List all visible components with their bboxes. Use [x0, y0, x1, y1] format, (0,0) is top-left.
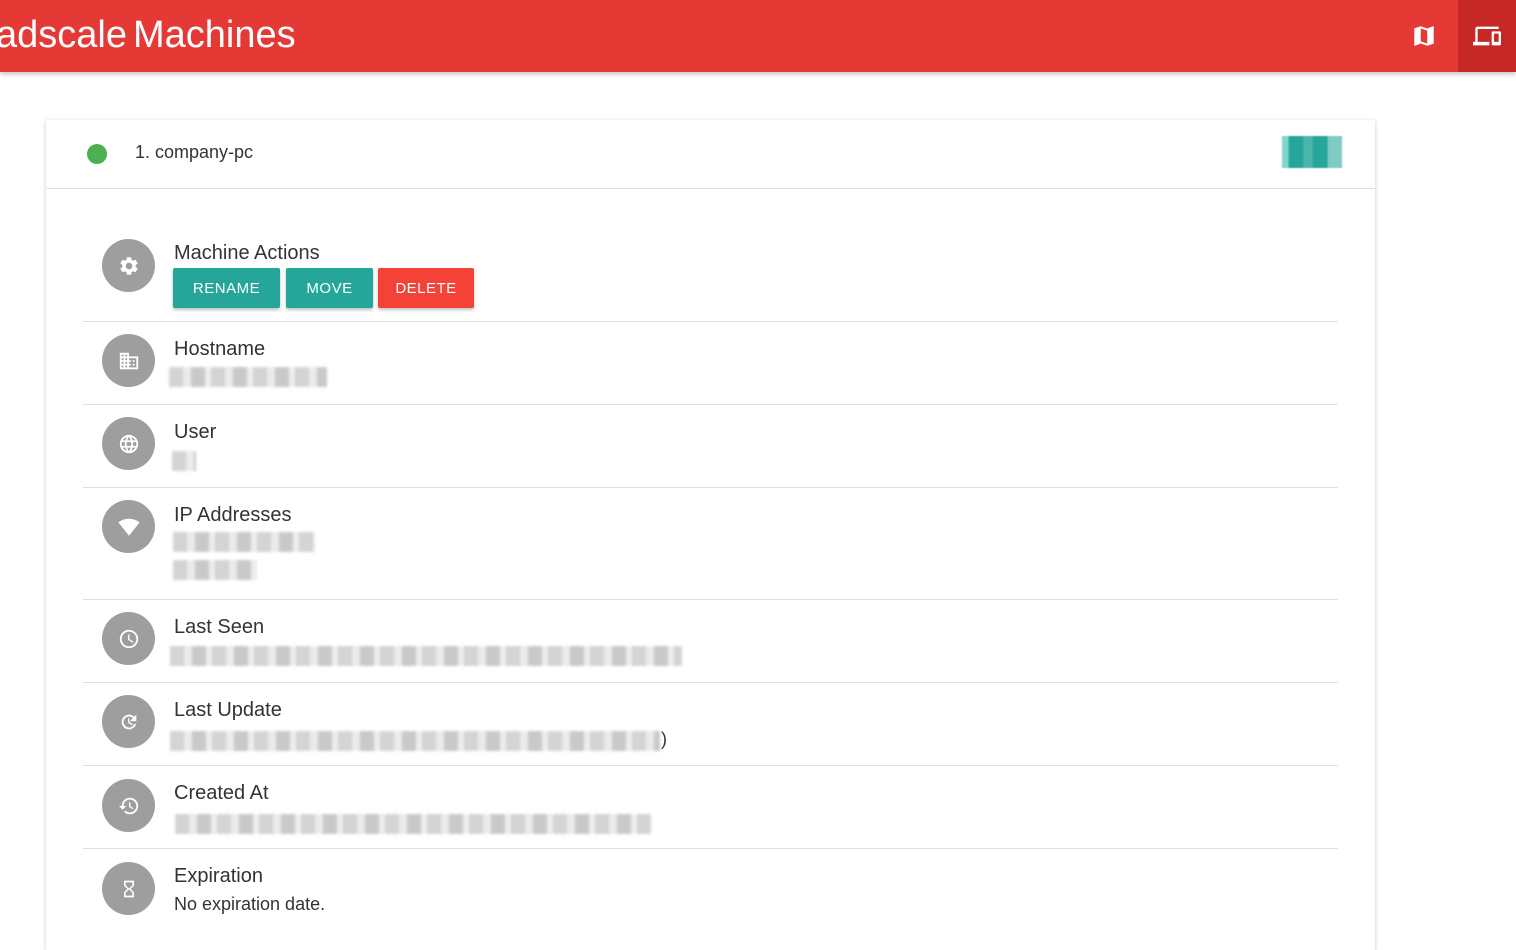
history-icon	[102, 779, 155, 832]
devices-icon	[1473, 26, 1501, 46]
user-row: User	[83, 405, 1338, 488]
expiration-value: No expiration date.	[174, 894, 326, 914]
expiration-row: Expiration No expiration date.	[83, 849, 1338, 931]
move-button[interactable]: MOVE	[286, 268, 373, 308]
update-icon	[102, 695, 155, 748]
top-app-bar: adscale Machines	[0, 0, 1516, 72]
last-update-value-tail: )	[661, 729, 667, 749]
hostname-value-redacted	[169, 367, 327, 387]
machine-actions-title: Machine Actions	[174, 242, 320, 264]
ip-address-2-redacted	[173, 560, 257, 580]
created-at-label: Created At	[174, 782, 269, 804]
brand-section: Machines	[132, 14, 296, 56]
last-update-label: Last Update	[174, 699, 282, 721]
ip-address-1-redacted	[173, 532, 315, 552]
globe-icon	[102, 417, 155, 470]
user-label: User	[174, 421, 217, 443]
last-update-row: Last Update )	[83, 683, 1338, 766]
last-seen-row: Last Seen	[83, 600, 1338, 683]
map-icon	[1414, 26, 1434, 46]
settings-icon	[102, 239, 155, 292]
ip-addresses-row: IP Addresses	[83, 488, 1338, 600]
user-value-redacted	[172, 451, 196, 471]
brand-name: adscale	[0, 14, 127, 56]
clock-icon	[102, 612, 155, 665]
wifi-icon	[102, 500, 155, 553]
ip-addresses-label: IP Addresses	[174, 504, 292, 526]
expiration-label: Expiration	[174, 865, 263, 887]
hostname-row: Hostname	[83, 322, 1338, 405]
created-at-value-redacted	[175, 814, 651, 834]
created-at-row: Created At	[83, 766, 1338, 849]
machine-actions-row: Machine Actions RENAME MOVE DELETE	[83, 120, 1338, 322]
delete-button[interactable]: DELETE	[378, 268, 474, 308]
last-seen-value-redacted	[170, 646, 682, 666]
hostname-label: Hostname	[174, 338, 266, 360]
rename-button[interactable]: RENAME	[173, 268, 280, 308]
hourglass-icon	[102, 862, 155, 915]
machine-card: 1. company-pc Machine Actions RENAME MOV…	[46, 120, 1375, 950]
last-update-value-redacted	[170, 731, 660, 751]
app-brand[interactable]: adscale Machines	[0, 10, 296, 60]
nav-machines-button[interactable]	[1458, 0, 1516, 72]
building-icon	[102, 334, 155, 387]
nav-map-button[interactable]	[1395, 0, 1453, 72]
last-seen-label: Last Seen	[174, 616, 265, 638]
